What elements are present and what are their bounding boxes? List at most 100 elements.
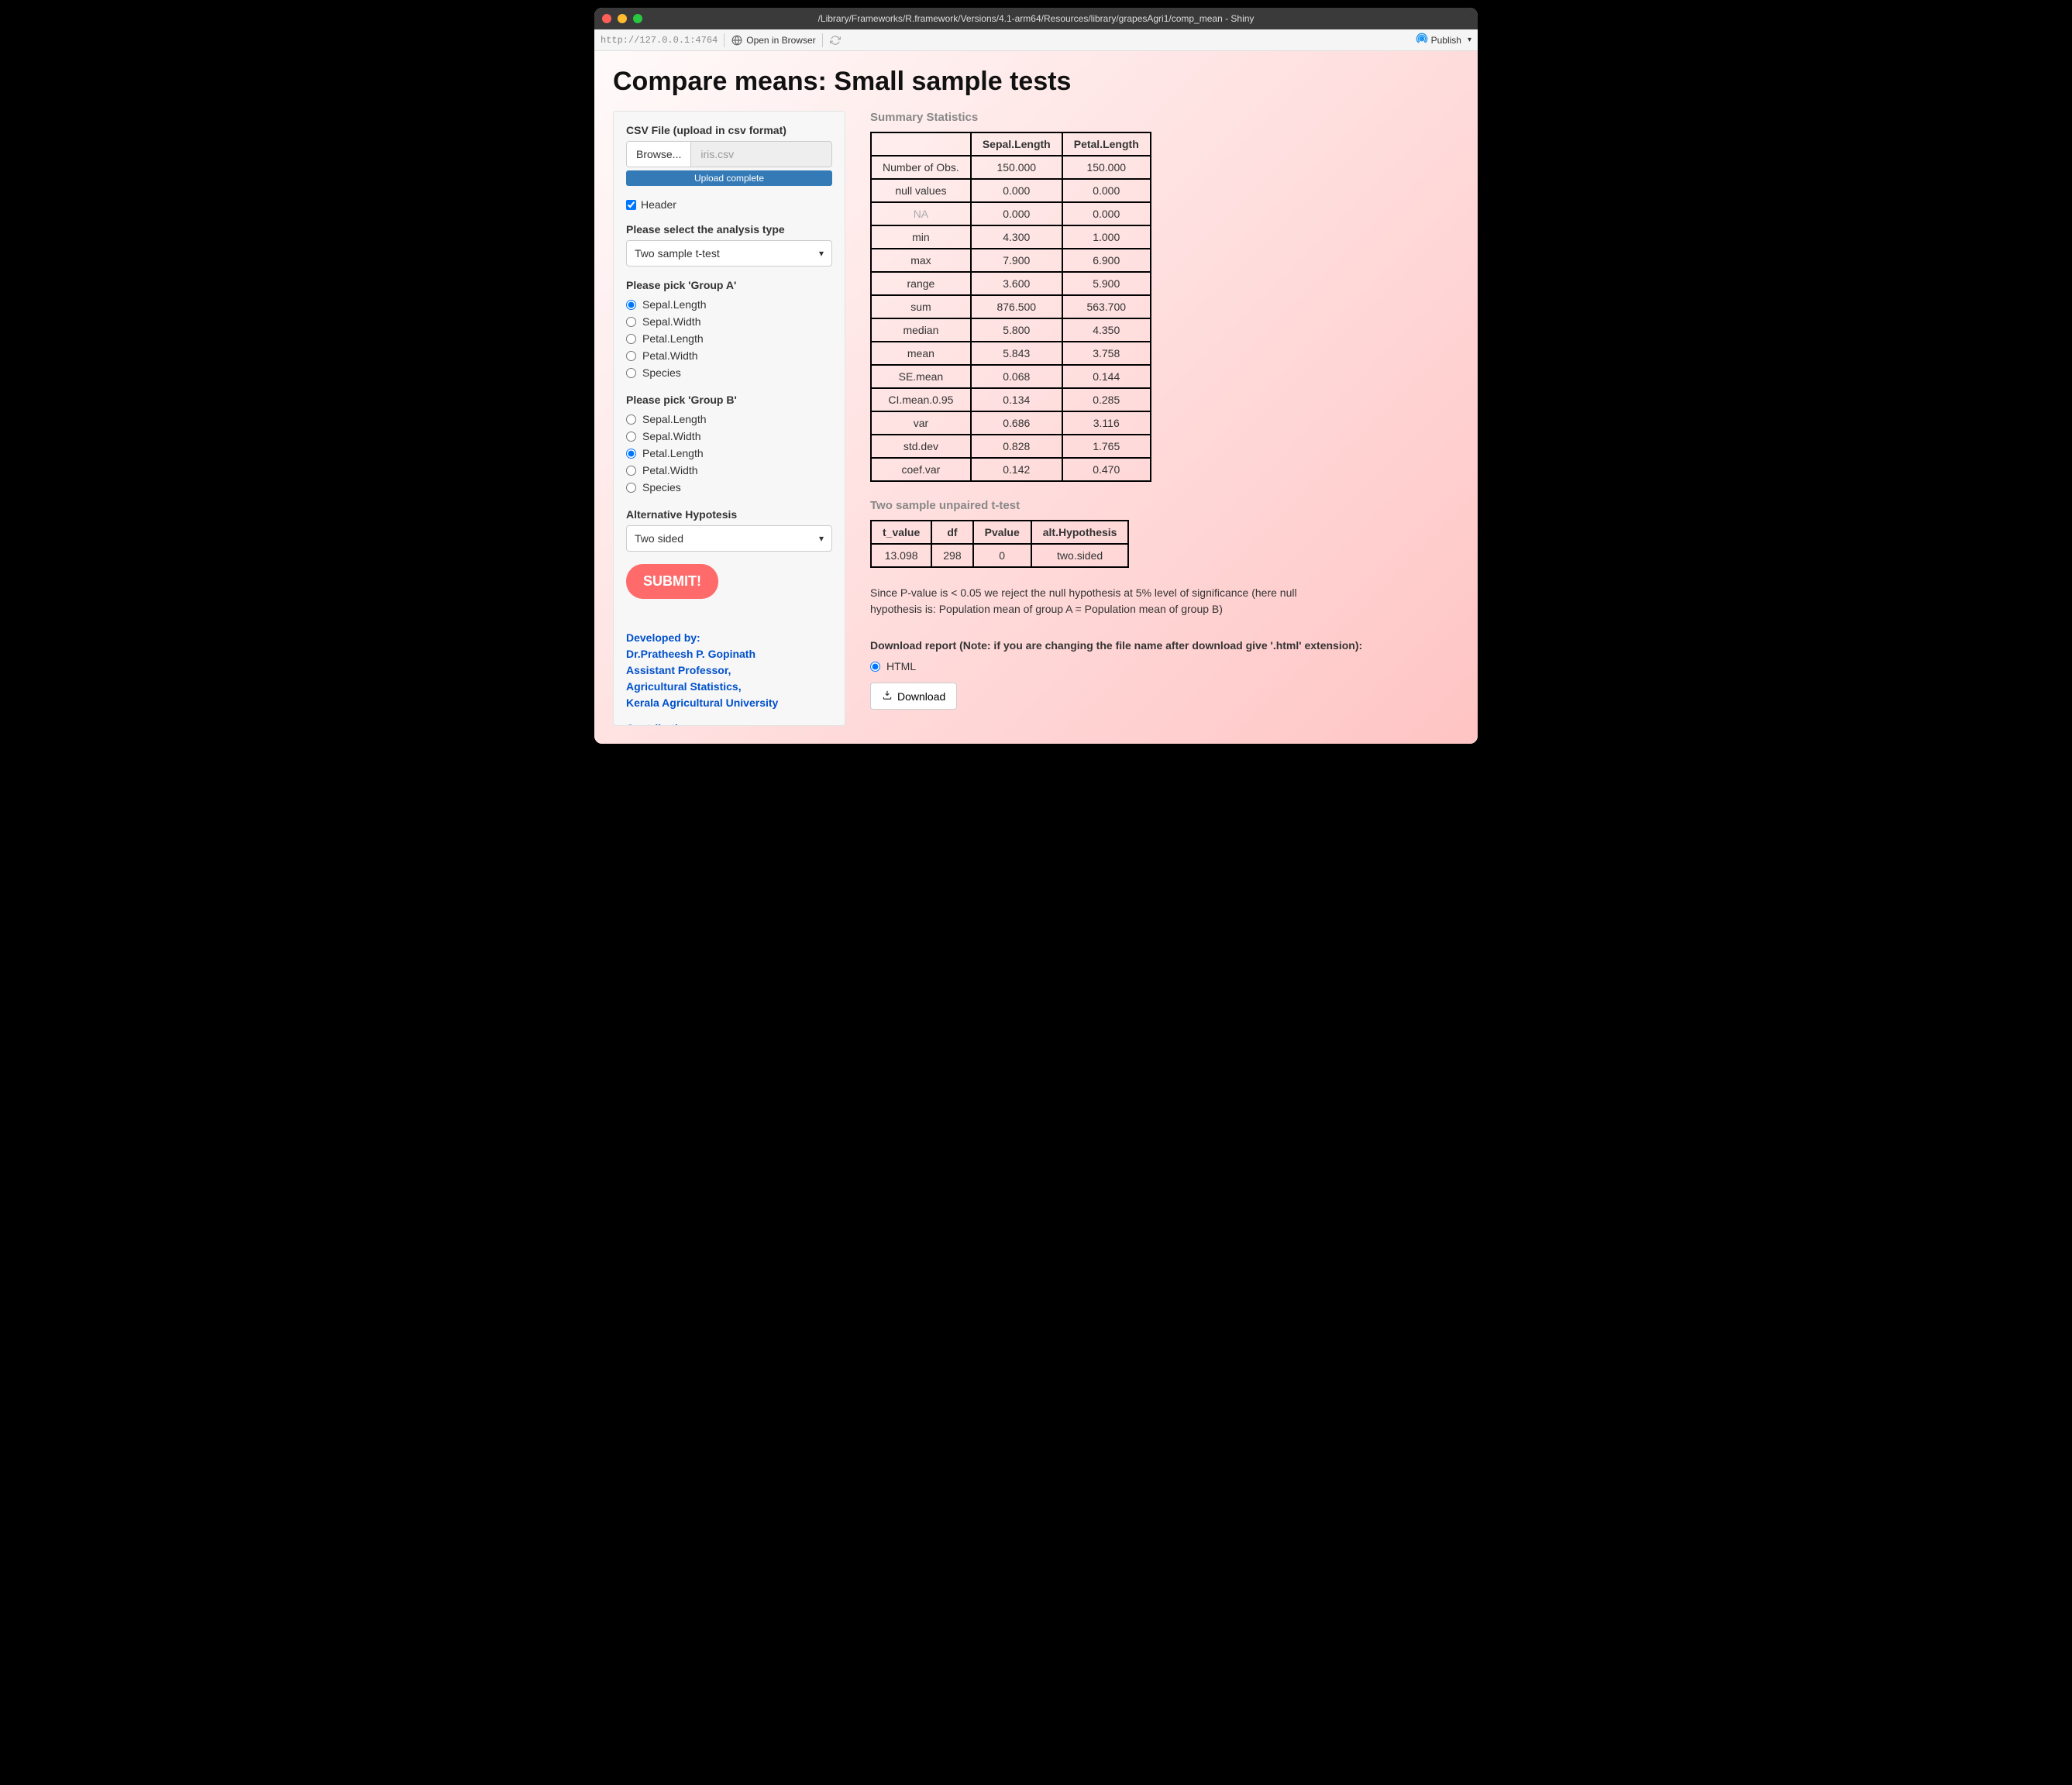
maximize-icon[interactable] — [633, 14, 642, 23]
group-a-option[interactable]: Petal.Width — [626, 347, 832, 364]
group-a-radio[interactable] — [626, 368, 636, 378]
group-a-radio[interactable] — [626, 317, 636, 327]
cell: 0.000 — [1062, 202, 1151, 225]
download-icon — [882, 690, 893, 703]
cell: 4.350 — [1062, 318, 1151, 342]
cell: 0.000 — [1062, 179, 1151, 202]
summary-col-header: Sepal.Length — [971, 132, 1062, 156]
table-row: std.dev0.8281.765 — [871, 435, 1151, 458]
file-name: iris.csv — [691, 142, 831, 167]
group-a-option[interactable]: Petal.Length — [626, 330, 832, 347]
minimize-icon[interactable] — [618, 14, 627, 23]
group-a-radio[interactable] — [626, 334, 636, 344]
table-row: mean5.8433.758 — [871, 342, 1151, 365]
header-checkbox[interactable] — [626, 200, 636, 210]
window-title: /Library/Frameworks/R.framework/Versions… — [818, 13, 1255, 24]
group-b-option[interactable]: Species — [626, 479, 832, 496]
app-body: Compare means: Small sample tests CSV Fi… — [594, 51, 1478, 744]
row-label: std.dev — [871, 435, 971, 458]
submit-button[interactable]: SUBMIT! — [626, 564, 718, 599]
table-row: var0.6863.116 — [871, 411, 1151, 435]
ttest-col-header: df — [931, 521, 972, 544]
cell: 0.285 — [1062, 388, 1151, 411]
cell: 7.900 — [971, 249, 1062, 272]
table-row: null values0.0000.000 — [871, 179, 1151, 202]
row-label: Number of Obs. — [871, 156, 971, 179]
row-label: range — [871, 272, 971, 295]
group-a-label: Species — [642, 366, 681, 379]
table-row: median5.8004.350 — [871, 318, 1151, 342]
address-bar[interactable]: http://127.0.0.1:4764 — [601, 35, 718, 46]
download-button[interactable]: Download — [870, 683, 957, 710]
cell: two.sided — [1031, 544, 1129, 567]
download-format-radio[interactable] — [870, 662, 880, 672]
download-format-row[interactable]: HTML — [870, 658, 1459, 675]
group-b-option[interactable]: Petal.Width — [626, 462, 832, 479]
cell: 0.142 — [971, 458, 1062, 481]
file-input[interactable]: Browse... iris.csv — [626, 141, 832, 167]
cell: 4.300 — [971, 225, 1062, 249]
refresh-icon[interactable] — [829, 34, 842, 46]
credits-line: Contribution: — [626, 721, 832, 726]
cell: 0.000 — [971, 179, 1062, 202]
credits: Developed by: Dr.Pratheesh P. Gopinath A… — [626, 630, 832, 726]
publish-dropdown-icon[interactable]: ▾ — [1468, 36, 1471, 44]
ttest-col-header: alt.Hypothesis — [1031, 521, 1129, 544]
row-label: sum — [871, 295, 971, 318]
row-label: median — [871, 318, 971, 342]
cell: 0 — [973, 544, 1031, 567]
download-label: Download report (Note: if you are changi… — [870, 639, 1459, 652]
table-row: range3.6005.900 — [871, 272, 1151, 295]
page-title: Compare means: Small sample tests — [613, 67, 1459, 97]
download-format-label: HTML — [886, 660, 916, 672]
group-b-label: Petal.Length — [642, 447, 704, 459]
ttest-interpretation: Since P-value is < 0.05 we reject the nu… — [870, 585, 1351, 617]
close-icon[interactable] — [602, 14, 611, 23]
cell: 13.098 — [871, 544, 931, 567]
row-label: max — [871, 249, 971, 272]
summary-col-header: Petal.Length — [1062, 132, 1151, 156]
cell: 298 — [931, 544, 972, 567]
group-b-label: Sepal.Length — [642, 413, 707, 425]
alt-hyp-value: Two sided — [635, 532, 683, 545]
header-label: Header — [641, 198, 676, 211]
alt-hyp-select[interactable]: Two sided — [626, 525, 832, 552]
cell: 150.000 — [1062, 156, 1151, 179]
sidebar: CSV File (upload in csv format) Browse..… — [613, 111, 845, 726]
cell: 5.900 — [1062, 272, 1151, 295]
cell: 563.700 — [1062, 295, 1151, 318]
browse-button[interactable]: Browse... — [627, 142, 691, 167]
cell: 6.900 — [1062, 249, 1151, 272]
group-b-radio[interactable] — [626, 414, 636, 425]
group-b-option[interactable]: Sepal.Width — [626, 428, 832, 445]
group-a-label: Please pick 'Group A' — [626, 279, 832, 291]
group-a-radio[interactable] — [626, 351, 636, 361]
group-a-label: Petal.Length — [642, 332, 704, 345]
analysis-type-value: Two sample t-test — [635, 247, 720, 260]
group-b-radio[interactable] — [626, 432, 636, 442]
open-browser-button[interactable]: Open in Browser — [746, 35, 815, 46]
group-b-option[interactable]: Sepal.Length — [626, 411, 832, 428]
header-checkbox-row[interactable]: Header — [626, 198, 832, 211]
cell: 0.068 — [971, 365, 1062, 388]
group-a-option[interactable]: Sepal.Width — [626, 313, 832, 330]
group-b-radios: Sepal.Length Sepal.Width Petal.Length Petal… — [626, 411, 832, 496]
group-a-label: Petal.Width — [642, 349, 698, 362]
analysis-type-select[interactable]: Two sample t-test — [626, 240, 832, 267]
group-b-option[interactable]: Petal.Length — [626, 445, 832, 462]
browser-icon — [731, 34, 743, 46]
cell: 3.600 — [971, 272, 1062, 295]
group-a-option[interactable]: Sepal.Length — [626, 296, 832, 313]
group-a-radio[interactable] — [626, 300, 636, 310]
credits-line: Dr.Pratheesh P. Gopinath — [626, 646, 832, 662]
publish-button[interactable]: Publish — [1431, 35, 1461, 46]
cell: 1.765 — [1062, 435, 1151, 458]
upload-progress: Upload complete — [626, 170, 832, 186]
group-b-label: Please pick 'Group B' — [626, 394, 832, 406]
group-a-label: Sepal.Length — [642, 298, 707, 311]
ttest-heading: Two sample unpaired t-test — [870, 499, 1459, 512]
group-a-option[interactable]: Species — [626, 364, 832, 381]
group-b-radio[interactable] — [626, 483, 636, 493]
group-b-radio[interactable] — [626, 449, 636, 459]
group-b-radio[interactable] — [626, 466, 636, 476]
